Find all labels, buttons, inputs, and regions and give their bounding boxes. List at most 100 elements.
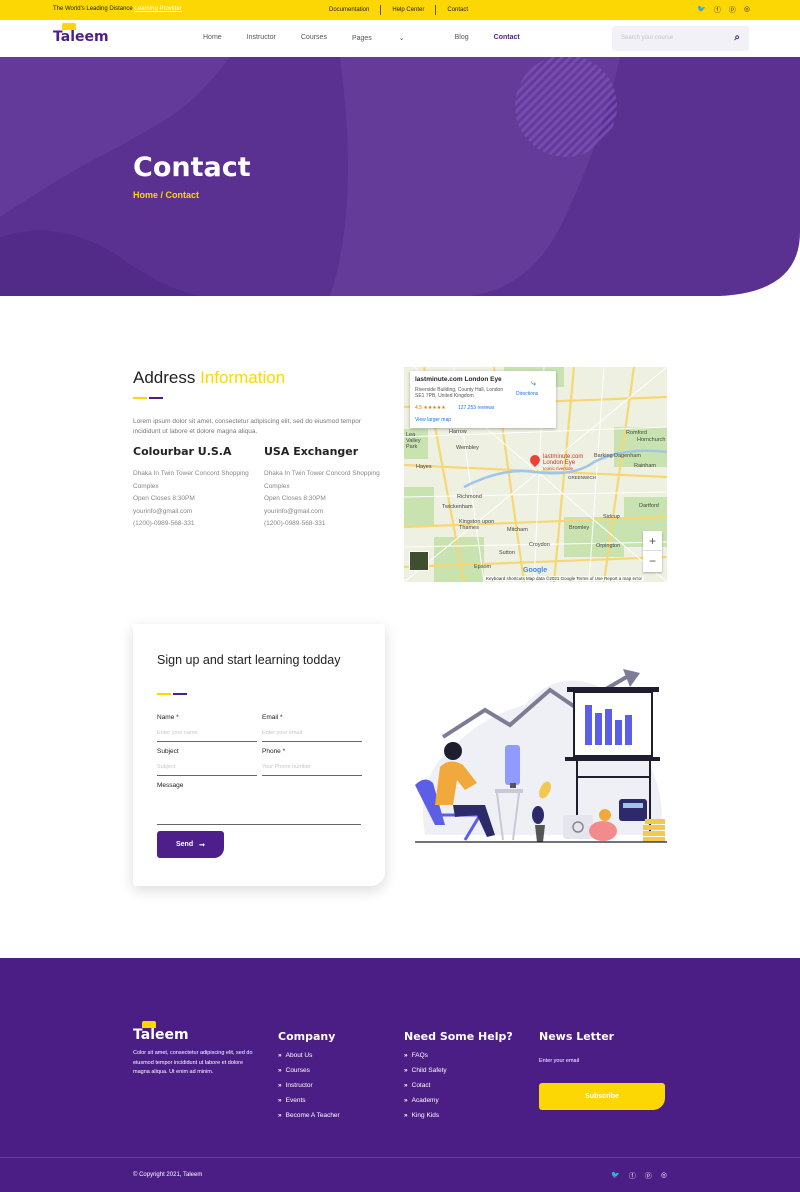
form-underline-yellow [157,693,171,695]
phone-field-line [262,775,362,776]
footer-link[interactable]: » Instructor [278,1082,313,1089]
map-label: Epsom [474,564,492,570]
nav-blog[interactable]: Blog [455,34,469,42]
nav-contact[interactable]: Contact [494,34,520,42]
name-field-line [157,741,257,742]
map-label: Twickenham [442,504,473,510]
search-input[interactable]: Search your course ⌕ [612,26,749,51]
email-field[interactable]: Enter your email [262,730,302,736]
instagram-icon[interactable]: ◎ [661,1171,667,1181]
map-label: Hayes [416,464,432,470]
arrow-right-icon: ➞ [199,841,205,849]
office-hours: Open Closes 8:30PM [133,495,195,502]
tagline-prefix: The World's Leading Distance [53,6,133,12]
breadcrumb[interactable]: Home / Contact [133,190,199,200]
office-phone[interactable]: (1200)-0989-568-331 [264,518,384,531]
view-larger-map-link[interactable]: View larger map [415,417,451,423]
pinterest-icon[interactable]: ⓟ [645,1171,652,1181]
office-email[interactable]: yourinfo@gmail.com [133,506,253,519]
footer-link[interactable]: » King Kids [404,1112,439,1119]
office-hours: Open Closes 8:30PM [264,495,326,502]
top-link-documentation[interactable]: Documentation [318,5,382,15]
name-field[interactable]: Enter your name [157,730,198,736]
satellite-toggle[interactable] [409,551,429,571]
footer-link[interactable]: » Become A Teacher [278,1112,340,1119]
facebook-icon[interactable]: ⓕ [629,1171,636,1181]
map-label: Wembley [456,445,479,451]
google-map[interactable]: Harrow Wembley Hayes Richmond Twickenham… [404,367,667,582]
map-footer[interactable]: Keyboard shortcuts Map data ©2021 Google… [484,576,645,581]
map-place-name: lastminute.com London Eye [415,376,502,383]
title-underline-purple [149,397,163,399]
office-card: USA Exchanger Dhaka In Twin Tower Concor… [264,445,384,531]
footer-link[interactable]: » Courses [278,1067,310,1074]
title-underline-yellow [133,397,147,399]
logo-text: Taleem [53,29,109,45]
search-placeholder: Search your course [621,35,674,41]
copyright-text: © Copyright 2021, Taleem [133,1172,203,1178]
address-title-a: Address [133,368,196,387]
directions-icon[interactable]: ⤷ [531,378,536,389]
name-label: Name * [157,714,179,721]
footer-logo-text: Taleem [133,1027,189,1043]
map-place-card: lastminute.com London Eye Riverside Buil… [410,371,556,428]
office-phone[interactable]: (1200)-0989-568-331 [133,518,253,531]
site-logo[interactable]: Taleem [53,23,109,45]
subscribe-button[interactable]: Subscribe [539,1083,665,1110]
office-card: Colourbar U.S.A Dhaka In Twin Tower Conc… [133,445,253,531]
main-header: Taleem Home Instructor Courses Pages ⌄ B… [0,20,800,57]
map-label: Romford [626,430,648,436]
map-label: Lea Valley Park [406,432,421,450]
zoom-out-button[interactable]: − [643,551,662,571]
nav-instructor[interactable]: Instructor [247,34,276,42]
facebook-icon[interactable]: ⓕ [714,5,721,15]
nav-courses[interactable]: Courses [301,34,327,42]
footer-company-title: Company [278,1030,336,1043]
top-links: Documentation Help Center Contact [318,0,479,20]
map-label: Dartford [639,503,659,509]
pinterest-icon[interactable]: ⓟ [729,5,736,15]
footer-logo[interactable]: Taleem [133,1021,189,1043]
subject-field[interactable]: Subject [157,764,175,770]
phone-label: Phone * [262,748,286,755]
phone-field[interactable]: Your Phone number [262,764,311,770]
footer-link[interactable]: » Cotact [404,1082,430,1089]
map-pin-title: lastminute.com London Eye [543,454,584,466]
tagline-link[interactable]: Learning Provider [134,6,181,12]
top-link-contact[interactable]: Contact [436,5,479,15]
footer-link[interactable]: » Academy [404,1097,439,1104]
learning-illustration [415,669,667,843]
directions-link[interactable]: Directions [516,391,538,397]
message-textarea[interactable] [157,795,361,825]
send-button-label: Send [176,841,194,848]
newsletter-email-field[interactable]: Enter your email [539,1058,579,1064]
map-reviews-link[interactable]: 127,253 reviews [458,405,494,411]
map-label: Barking [594,453,613,459]
top-bar: The World's Leading Distance Learning Pr… [0,0,800,20]
footer-link[interactable]: » About Us [278,1052,312,1059]
map-label: GREENWICH [568,475,596,480]
tagline: The World's Leading Distance Learning Pr… [53,6,182,12]
footer-description: Color sit amet, consectetur adipiscing e… [133,1050,253,1075]
office-address: Dhaka In Twin Tower Concord Shopping Com… [264,470,380,490]
instagram-icon[interactable]: ◎ [744,5,750,15]
twitter-icon[interactable]: 🐦 [697,5,706,15]
nav-home[interactable]: Home [203,34,222,42]
footer-link[interactable]: » Events [278,1097,306,1104]
google-logo: Google [523,567,548,574]
top-link-help-center[interactable]: Help Center [381,5,437,15]
email-label: Email * [262,714,283,721]
footer-link[interactable]: » FAQs [404,1052,428,1059]
map-label: Croydon [529,542,550,548]
chevron-down-icon: ⌄ [398,35,405,42]
map-label: Sutton [499,550,515,556]
office-email[interactable]: yourinfo@gmail.com [264,506,384,519]
map-label: Orpington [596,543,621,549]
nav-pages[interactable]: Pages ⌄ [352,34,430,42]
send-button[interactable]: Send ➞ [157,831,224,858]
page-title: Contact [133,152,251,183]
footer-link[interactable]: » Child Safety [404,1067,447,1074]
twitter-icon[interactable]: 🐦 [611,1171,620,1181]
search-icon[interactable]: ⌕ [734,32,740,43]
zoom-in-button[interactable]: + [643,531,662,551]
